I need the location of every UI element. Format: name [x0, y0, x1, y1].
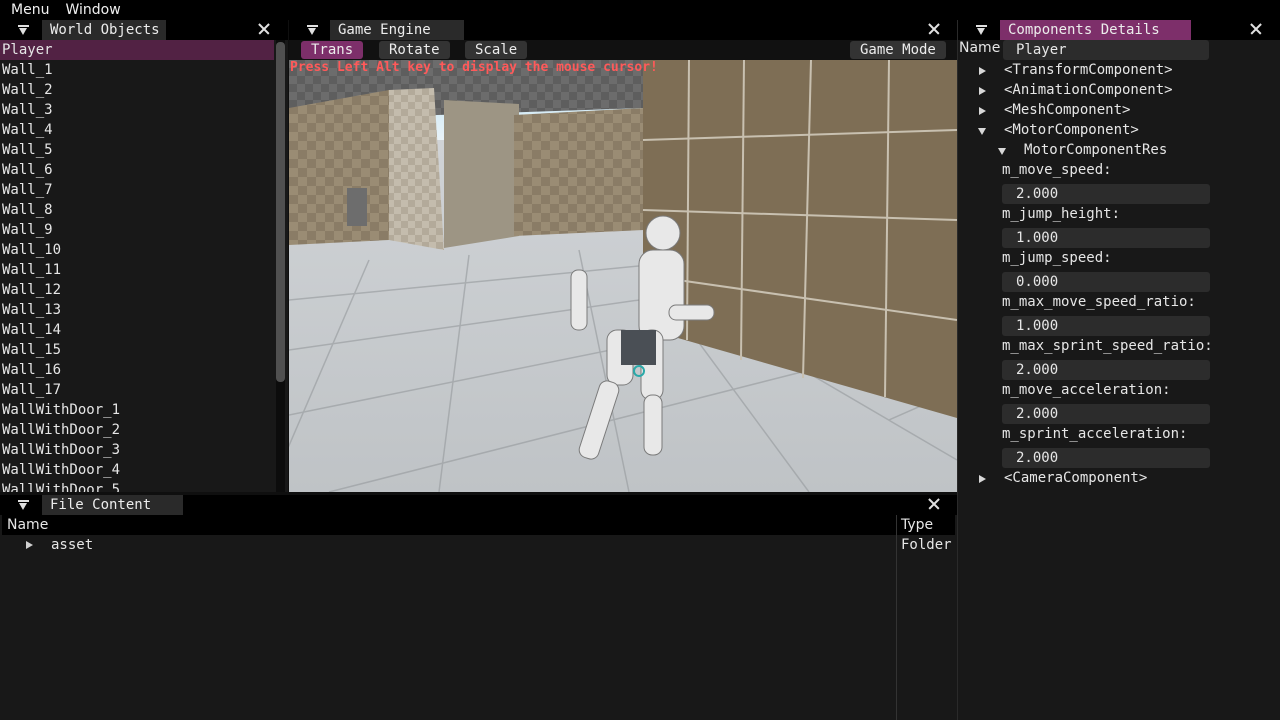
- column-header-type[interactable]: Type: [901, 515, 933, 535]
- window-menu-icon[interactable]: [307, 25, 318, 35]
- tab-game-engine[interactable]: Game Engine: [330, 20, 464, 40]
- motor-component-header[interactable]: <MotorComponent>: [1004, 122, 1139, 138]
- list-item[interactable]: Wall_12: [0, 280, 274, 300]
- window-menu-icon[interactable]: [976, 25, 987, 35]
- scrollbar[interactable]: [276, 40, 285, 492]
- list-item[interactable]: Wall_9: [0, 220, 274, 240]
- trans-button[interactable]: Trans: [301, 41, 364, 59]
- list-item[interactable]: Wall_7: [0, 180, 274, 200]
- name-label: Name: [959, 40, 1001, 56]
- max-sprint-speed-ratio-input[interactable]: 2.000: [1002, 360, 1210, 380]
- close-icon[interactable]: [1249, 22, 1263, 36]
- max-move-speed-ratio-input[interactable]: 1.000: [1002, 316, 1210, 336]
- window-menu-icon[interactable]: [18, 500, 29, 510]
- game-engine-tabbar: Game Engine: [289, 20, 957, 40]
- file-name[interactable]: asset: [51, 535, 93, 555]
- list-item[interactable]: Wall_11: [0, 260, 274, 280]
- jump-speed-input[interactable]: 0.000: [1002, 272, 1210, 292]
- list-item[interactable]: Wall_4: [0, 120, 274, 140]
- field-label: m_max_sprint_speed_ratio:: [1002, 338, 1213, 354]
- expand-arrow-icon[interactable]: [979, 87, 986, 95]
- world-objects-panel: World Objects Player Wall_1 Wall_2 Wall_…: [0, 20, 288, 492]
- list-item[interactable]: Wall_8: [0, 200, 274, 220]
- game-mode-button[interactable]: Game Mode: [850, 41, 946, 59]
- list-item[interactable]: Wall_6: [0, 160, 274, 180]
- list-item[interactable]: WallWithDoor_3: [0, 440, 274, 460]
- sprint-acceleration-input[interactable]: 2.000: [1002, 448, 1210, 468]
- collapse-arrow-icon[interactable]: [998, 148, 1006, 155]
- list-item[interactable]: Wall_14: [0, 320, 274, 340]
- transform-toolbar: Trans Rotate Scale Game Mode: [289, 40, 957, 60]
- alt-key-hint: Press Left Alt key to display the mouse …: [290, 60, 658, 75]
- list-item[interactable]: Wall_10: [0, 240, 274, 260]
- field-label: m_max_move_speed_ratio:: [1002, 294, 1196, 310]
- world-objects-list: Player Wall_1 Wall_2 Wall_3 Wall_4 Wall_…: [0, 40, 274, 492]
- scrollbar-thumb[interactable]: [276, 42, 285, 382]
- list-item[interactable]: Player: [0, 40, 274, 60]
- tab-file-content[interactable]: File Content: [42, 495, 183, 515]
- expand-arrow-icon[interactable]: [979, 107, 986, 115]
- collapse-arrow-icon[interactable]: [978, 128, 986, 135]
- close-icon[interactable]: [257, 22, 271, 36]
- world-objects-tabbar: World Objects: [0, 20, 288, 40]
- move-acceleration-input[interactable]: 2.000: [1002, 404, 1210, 424]
- table-row[interactable]: asset Folder: [2, 535, 955, 555]
- move-speed-input[interactable]: 2.000: [1002, 184, 1210, 204]
- scene-viewport[interactable]: Press Left Alt key to display the mouse …: [289, 60, 957, 492]
- menu-item-window[interactable]: Window: [57, 2, 128, 18]
- motor-component-res-header[interactable]: MotorComponentRes: [1024, 142, 1167, 158]
- scale-button[interactable]: Scale: [465, 41, 528, 59]
- list-item[interactable]: Wall_1: [0, 60, 274, 80]
- transform-component-header[interactable]: <TransformComponent>: [1004, 62, 1173, 78]
- field-label: m_jump_speed:: [1002, 250, 1112, 266]
- list-item[interactable]: Wall_5: [0, 140, 274, 160]
- file-type: Folder: [901, 537, 952, 553]
- menu-item-menu[interactable]: Menu: [0, 2, 57, 18]
- file-content-tabbar: File Content: [0, 495, 957, 515]
- field-label: m_move_acceleration:: [1002, 382, 1171, 398]
- list-item[interactable]: Wall_15: [0, 340, 274, 360]
- field-label: m_move_speed:: [1002, 162, 1112, 178]
- game-engine-panel: Game Engine Trans Rotate Scale Game Mode: [289, 20, 957, 492]
- list-item[interactable]: WallWithDoor_4: [0, 460, 274, 480]
- list-item[interactable]: WallWithDoor_5: [0, 480, 274, 492]
- list-item[interactable]: Wall_2: [0, 80, 274, 100]
- rotate-button[interactable]: Rotate: [379, 41, 450, 59]
- components-tabbar: Components Details: [958, 20, 1280, 40]
- jump-height-input[interactable]: 1.000: [1002, 228, 1210, 248]
- expand-arrow-icon[interactable]: [979, 67, 986, 75]
- expand-arrow-icon[interactable]: [979, 475, 986, 483]
- components-details-panel: Components Details Name Player <Transfor…: [958, 20, 1280, 720]
- list-item[interactable]: Wall_3: [0, 100, 274, 120]
- list-item[interactable]: Wall_13: [0, 300, 274, 320]
- close-icon[interactable]: [927, 22, 941, 36]
- window-menu-icon[interactable]: [18, 25, 29, 35]
- tab-components-details[interactable]: Components Details: [1000, 20, 1191, 40]
- expand-arrow-icon[interactable]: [26, 541, 33, 549]
- file-content-panel: File Content Name Type asset Folder: [0, 495, 957, 720]
- scene-render: [289, 60, 957, 492]
- field-label: m_sprint_acceleration:: [1002, 426, 1188, 442]
- camera-component-header[interactable]: <CameraComponent>: [1004, 470, 1147, 486]
- object-name-input[interactable]: Player: [1003, 40, 1209, 60]
- tab-world-objects[interactable]: World Objects: [42, 20, 166, 40]
- list-item[interactable]: WallWithDoor_2: [0, 420, 274, 440]
- list-item[interactable]: Wall_16: [0, 360, 274, 380]
- close-icon[interactable]: [927, 497, 941, 511]
- list-item[interactable]: WallWithDoor_1: [0, 400, 274, 420]
- mesh-component-header[interactable]: <MeshComponent>: [1004, 102, 1130, 118]
- column-header-name[interactable]: Name: [7, 515, 48, 535]
- list-item[interactable]: Wall_17: [0, 380, 274, 400]
- field-label: m_jump_height:: [1002, 206, 1121, 222]
- menu-bar: Menu Window: [0, 0, 1280, 20]
- animation-component-header[interactable]: <AnimationComponent>: [1004, 82, 1173, 98]
- file-table-header: Name Type: [2, 515, 955, 535]
